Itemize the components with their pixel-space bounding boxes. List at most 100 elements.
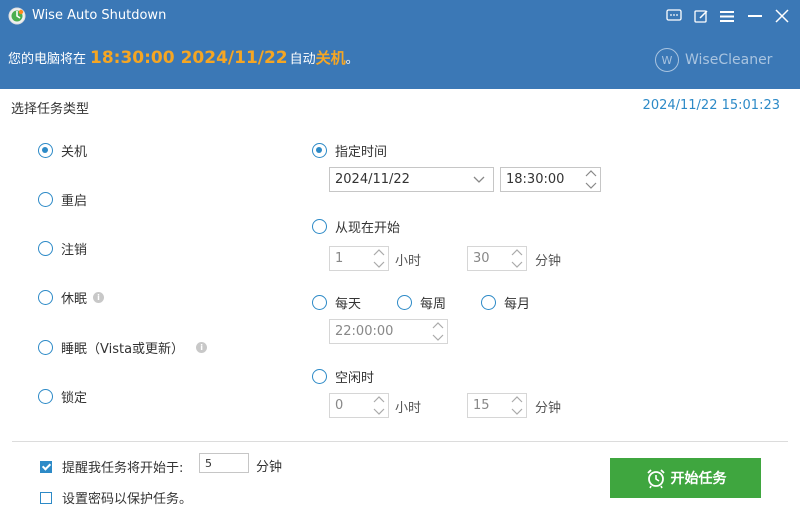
- date-picker-value: 2024/11/22: [335, 172, 410, 187]
- app-title: Wise Auto Shutdown: [32, 8, 167, 23]
- summary-action: 关机: [315, 49, 346, 67]
- minimize-icon: [748, 15, 762, 17]
- summary-mid: 自动: [289, 52, 316, 67]
- divider: [12, 441, 788, 442]
- start-task-button[interactable]: 开始任务: [610, 458, 761, 498]
- radio-dot: [38, 290, 53, 305]
- radio-from-now[interactable]: 从现在开始: [312, 217, 400, 236]
- idle-hours-input[interactable]: 0: [329, 393, 389, 418]
- radio-dot: [38, 192, 53, 207]
- radio-weekly[interactable]: 每周: [397, 293, 446, 312]
- wisecleaner-logo[interactable]: W WiseCleaner: [655, 48, 772, 72]
- radio-shutdown[interactable]: 关机: [38, 141, 87, 160]
- from-now-hours-value: 1: [335, 251, 344, 266]
- radio-logoff[interactable]: 注销: [38, 239, 87, 258]
- radio-dot: [481, 295, 496, 310]
- info-icon[interactable]: i: [93, 292, 105, 303]
- spinner-icon[interactable]: [372, 395, 386, 416]
- radio-idle[interactable]: 空闲时: [312, 367, 374, 386]
- radio-dot: [38, 143, 53, 158]
- shutdown-summary: 您的电脑将在 18:30:00 2024/11/22 自动 关机 。: [8, 47, 359, 68]
- repeat-time-input[interactable]: 22:00:00: [329, 319, 448, 344]
- radio-restart-label: 重启: [61, 194, 88, 209]
- spinner-icon[interactable]: [584, 169, 598, 190]
- minutes-unit: 分钟: [535, 254, 562, 269]
- checkbox-box: [40, 460, 52, 473]
- start-task-label: 开始任务: [670, 471, 727, 487]
- radio-sleep-label: 睡眠（Vista或更新）: [61, 342, 185, 357]
- radio-dot: [397, 295, 412, 310]
- summary-date: 2024/11/22: [180, 48, 288, 68]
- minimize-button[interactable]: [745, 6, 765, 26]
- from-now-minutes-value: 30: [473, 251, 490, 266]
- password-label: 设置密码以保护任务。: [62, 492, 193, 507]
- radio-restart[interactable]: 重启: [38, 190, 87, 209]
- radio-hibernate[interactable]: 休眠 i: [38, 288, 105, 307]
- from-now-hours-input[interactable]: 1: [329, 246, 389, 271]
- radio-dot: [38, 389, 53, 404]
- header: Wise Auto Shutdown 您的电脑将在 18:30:00 2024/…: [0, 0, 800, 89]
- radio-dot: [38, 340, 53, 355]
- password-checkbox[interactable]: 设置密码以保护任务。: [40, 488, 192, 507]
- close-icon: [775, 9, 789, 23]
- title-bar: Wise Auto Shutdown: [0, 0, 800, 32]
- radio-monthly[interactable]: 每月: [481, 293, 530, 312]
- radio-dot: [312, 143, 327, 158]
- radio-weekly-label: 每周: [420, 297, 447, 312]
- wisecleaner-label: WiseCleaner: [685, 52, 773, 68]
- radio-shutdown-label: 关机: [61, 145, 88, 160]
- radio-logoff-label: 注销: [61, 243, 88, 258]
- summary-time: 18:30:00: [90, 48, 175, 68]
- remind-checkbox[interactable]: 提醒我任务将开始于:: [40, 457, 183, 476]
- idle-minutes-input[interactable]: 15: [467, 393, 527, 418]
- info-icon[interactable]: i: [196, 342, 208, 353]
- idle-minutes-value: 15: [473, 398, 490, 413]
- spinner-icon[interactable]: [372, 248, 386, 269]
- radio-hibernate-label: 休眠: [61, 292, 88, 307]
- radio-from-now-label: 从现在开始: [335, 221, 401, 236]
- checkbox-box: [40, 491, 52, 504]
- radio-monthly-label: 每月: [504, 297, 531, 312]
- minutes-unit: 分钟: [535, 401, 562, 416]
- edit-button[interactable]: [691, 6, 711, 26]
- spinner-icon[interactable]: [431, 321, 445, 342]
- radio-dot: [312, 219, 327, 234]
- app-logo-icon: [8, 7, 26, 25]
- time-picker[interactable]: 18:30:00: [500, 167, 601, 192]
- spinner-icon[interactable]: [510, 395, 524, 416]
- repeat-time-value: 22:00:00: [335, 324, 394, 339]
- hours-unit: 小时: [395, 254, 422, 269]
- date-picker[interactable]: 2024/11/22: [329, 167, 494, 192]
- task-type-label: 选择任务类型: [11, 102, 90, 117]
- alarm-clock-icon: [646, 469, 665, 489]
- wisecleaner-badge: W: [655, 48, 679, 72]
- idle-hours-value: 0: [335, 398, 344, 413]
- remind-unit: 分钟: [256, 460, 283, 475]
- feedback-icon: [666, 9, 682, 21]
- radio-specified-time[interactable]: 指定时间: [312, 141, 387, 160]
- radio-daily-label: 每天: [335, 297, 362, 312]
- radio-lock-label: 锁定: [61, 391, 88, 406]
- close-button[interactable]: [772, 6, 792, 26]
- current-time: 2024/11/22 15:01:23: [642, 98, 780, 113]
- edit-icon: [693, 9, 708, 23]
- radio-idle-label: 空闲时: [335, 371, 375, 386]
- remind-minutes-input[interactable]: 5: [199, 453, 249, 473]
- radio-sleep[interactable]: 睡眠（Vista或更新） i: [38, 338, 208, 357]
- radio-lock[interactable]: 锁定: [38, 387, 87, 406]
- remind-label: 提醒我任务将开始于:: [62, 461, 184, 476]
- summary-prefix: 您的电脑将在: [8, 52, 87, 67]
- chevron-down-icon[interactable]: [473, 172, 485, 187]
- hours-unit: 小时: [395, 401, 422, 416]
- spinner-icon[interactable]: [510, 248, 524, 269]
- menu-button[interactable]: [717, 6, 737, 26]
- remind-minutes-value: 5: [205, 456, 212, 470]
- menu-icon: [720, 10, 734, 22]
- radio-dot: [312, 295, 327, 310]
- time-picker-value: 18:30:00: [506, 172, 565, 187]
- radio-specified-time-label: 指定时间: [335, 145, 388, 160]
- radio-dot: [38, 241, 53, 256]
- radio-daily[interactable]: 每天: [312, 293, 361, 312]
- from-now-minutes-input[interactable]: 30: [467, 246, 527, 271]
- feedback-button[interactable]: [664, 6, 684, 26]
